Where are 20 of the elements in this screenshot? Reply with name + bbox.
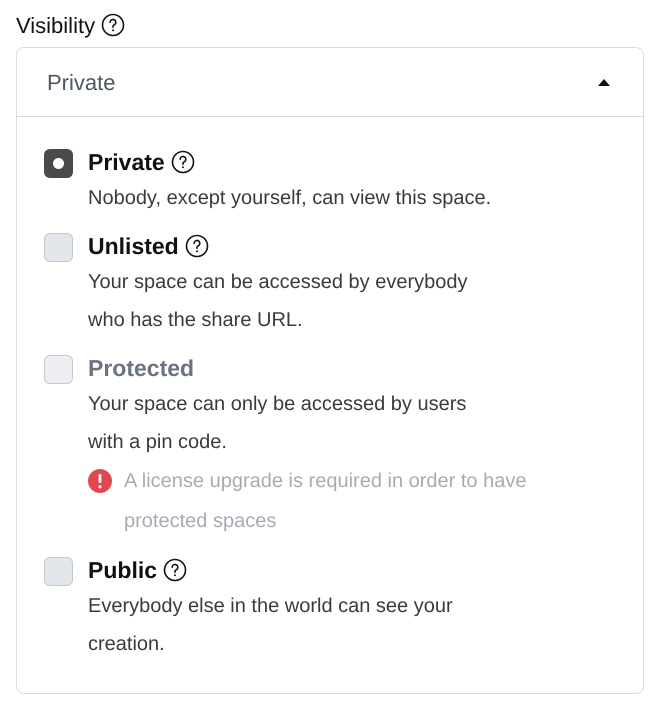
- option-title: Unlisted: [88, 232, 179, 261]
- help-icon[interactable]: [101, 13, 126, 37]
- field-label: Visibility: [16, 12, 96, 40]
- option-title: Private: [88, 148, 165, 177]
- dropdown-select[interactable]: Private: [17, 48, 643, 117]
- option-description: Nobody, except yourself, can view this space.: [88, 186, 492, 211]
- help-icon[interactable]: [163, 558, 188, 582]
- option-description: Your space can only be accessed by users with a pin code.: [88, 392, 468, 455]
- help-icon[interactable]: [184, 234, 209, 258]
- radio-button[interactable]: [44, 233, 73, 262]
- option-title: Protected: [88, 354, 194, 383]
- option-description: Everybody else in the world can see your creation.: [88, 594, 454, 657]
- caret-icon: [597, 78, 611, 86]
- option-title: Public: [88, 556, 158, 585]
- warning-message: A license upgrade is required in order to have protected spaces: [124, 469, 528, 534]
- option-description: Your space can be accessed by everybody who has the share URL.: [88, 270, 469, 333]
- radio-button[interactable]: [44, 149, 73, 178]
- help-icon[interactable]: [170, 150, 195, 174]
- warning-icon: [88, 469, 112, 493]
- radio-button[interactable]: [44, 557, 73, 586]
